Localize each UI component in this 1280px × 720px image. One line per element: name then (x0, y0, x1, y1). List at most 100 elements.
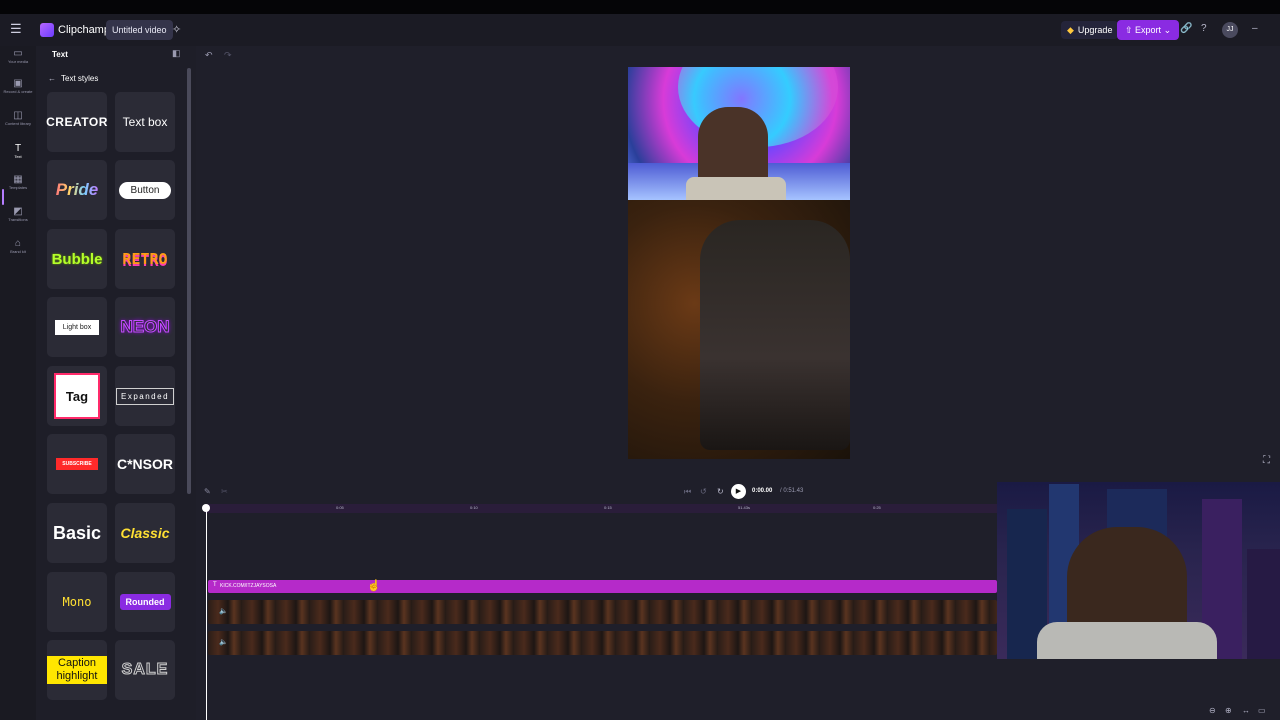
streamer-shirt (686, 177, 786, 200)
style-light-box[interactable]: Light box (47, 297, 107, 357)
help-icon[interactable]: ? (1201, 23, 1207, 34)
style-label: Bubble (51, 250, 103, 268)
style-label: Button (118, 181, 172, 199)
split-icon[interactable]: ✂ (221, 487, 228, 496)
fullscreen-icon[interactable]: ⛶ (1263, 455, 1270, 466)
audio-mute-icon[interactable]: 🔈 (219, 607, 228, 615)
style-classic[interactable]: Classic (115, 503, 175, 563)
style-sale[interactable]: SALE (115, 640, 175, 700)
style-mono[interactable]: Mono (47, 572, 107, 632)
minimize-icon[interactable]: – (1252, 23, 1258, 34)
rail-label: Content library (4, 121, 31, 126)
style-creator[interactable]: CREATOR (46, 92, 108, 152)
ruler-tick: 0:05 (336, 505, 344, 510)
panel-title: Text (52, 50, 68, 59)
rail-item-brand-kit[interactable]: ⌂ Brand kit (0, 238, 36, 254)
style-label: Rounded (119, 594, 171, 610)
left-rail: ▭ Your media ▣ Record & create ◫ Content… (0, 46, 36, 720)
style-censor[interactable]: C*NSOR (115, 434, 175, 494)
style-retro[interactable]: RETRO (115, 229, 175, 289)
rail-label: Record & create (3, 89, 33, 94)
text-clip[interactable] (208, 580, 997, 593)
text-clip-label: KICK.COM/ITZJAYSOSA (220, 583, 277, 589)
share-link-icon[interactable]: 🔗 (1180, 23, 1192, 34)
streamer-shirt (1037, 622, 1217, 659)
rail-item-content-library[interactable]: ◫ Content library (0, 110, 36, 126)
audio-mute-icon[interactable]: 🔈 (219, 638, 228, 646)
style-bubble[interactable]: Bubble (47, 229, 107, 289)
style-label: NEON (120, 317, 170, 337)
ruler-tick: 0:10 (470, 505, 478, 510)
style-label: Pride (55, 180, 99, 199)
style-caption-highlight[interactable]: Caption highlight (47, 640, 107, 700)
redo-icon[interactable]: ↷ (224, 50, 232, 61)
window-top-strip (0, 0, 1280, 14)
rail-label: Transitions (8, 217, 28, 222)
back-arrow-icon: ← (48, 74, 56, 83)
style-label: CREATOR (46, 115, 108, 129)
style-basic[interactable]: Basic (47, 503, 107, 563)
style-pride[interactable]: Pride (47, 160, 107, 220)
folder-icon: ▭ (13, 48, 23, 59)
rail-item-your-media[interactable]: ▭ Your media (0, 48, 36, 64)
style-neon[interactable]: NEON (115, 297, 175, 357)
total-time: / 0:51.43 (780, 488, 804, 494)
style-label: Basic (52, 522, 102, 543)
zoom-out-icon[interactable]: ⊖ (1209, 706, 1216, 715)
style-subscribe[interactable]: SUBSCRIBE (47, 434, 107, 494)
back-to-text-button[interactable]: ← Text styles (48, 74, 98, 83)
menu-icon[interactable]: ☰ (10, 22, 24, 36)
style-expanded[interactable]: Expanded (115, 366, 175, 426)
brand-name: Clipchamp (58, 24, 110, 36)
webcam-overlay (997, 482, 1280, 659)
rail-active-indicator (2, 189, 4, 205)
rail-item-record[interactable]: ▣ Record & create (0, 78, 36, 94)
back-label: Text styles (61, 74, 99, 83)
rewind-icon[interactable]: ↺ (700, 487, 707, 496)
project-title[interactable]: Untitled video (106, 20, 173, 40)
style-text-box[interactable]: Text box (115, 92, 175, 152)
playhead-handle[interactable] (202, 504, 210, 512)
play-button[interactable]: ▶ (731, 484, 746, 499)
style-button[interactable]: Button (115, 160, 175, 220)
style-label: Light box (54, 319, 100, 335)
rail-item-text[interactable]: T Text (0, 143, 36, 159)
building (1247, 549, 1280, 659)
playhead[interactable] (206, 510, 207, 720)
upgrade-button[interactable]: ◆ Upgrade (1061, 21, 1119, 39)
zoom-in-icon[interactable]: ⊕ (1225, 706, 1232, 715)
video-clip-1[interactable] (208, 600, 997, 624)
style-rounded[interactable]: Rounded (115, 572, 175, 632)
style-label: RETRO (122, 250, 168, 268)
style-label: Classic (120, 525, 170, 541)
templates-icon: ▦ (13, 174, 23, 185)
transitions-icon: ◩ (13, 206, 23, 217)
rail-label: Brand kit (10, 249, 26, 254)
magic-cut-icon[interactable]: ✎ (204, 487, 211, 496)
panel-scrollbar[interactable] (187, 68, 191, 494)
video-preview[interactable] (628, 67, 850, 459)
avatar[interactable]: JJ (1222, 22, 1238, 38)
magic-icon[interactable]: ✧ (172, 23, 181, 36)
style-label: SALE (121, 661, 169, 679)
rail-label: Templates (8, 185, 28, 190)
rail-label: Text (14, 154, 22, 159)
rail-item-transitions[interactable]: ◩ Transitions (0, 206, 36, 222)
fit-timeline-icon[interactable]: ↔ (1242, 706, 1250, 715)
export-button[interactable]: ⇧ Export ⌄ (1117, 20, 1180, 40)
timeline-expand-icon[interactable]: ▭ (1258, 706, 1266, 715)
rail-label: Your media (7, 59, 29, 64)
game-character (700, 220, 850, 450)
ruler-tick: 0:15 (604, 505, 612, 510)
video-clip-2[interactable] (208, 631, 997, 655)
clipchamp-logo (40, 23, 54, 37)
forward-icon[interactable]: ↻ (717, 487, 724, 496)
undo-icon[interactable]: ↶ (205, 50, 213, 61)
current-time: 0:00.00 (752, 488, 773, 494)
collapse-panel-icon[interactable]: ◧ (172, 48, 181, 59)
skip-back-icon[interactable]: ⏮ (684, 487, 691, 497)
library-icon: ◫ (13, 110, 23, 121)
rail-item-templates[interactable]: ▦ Templates (0, 174, 36, 190)
style-tag[interactable]: Tag (47, 366, 107, 426)
upgrade-label: Upgrade (1077, 25, 1113, 35)
